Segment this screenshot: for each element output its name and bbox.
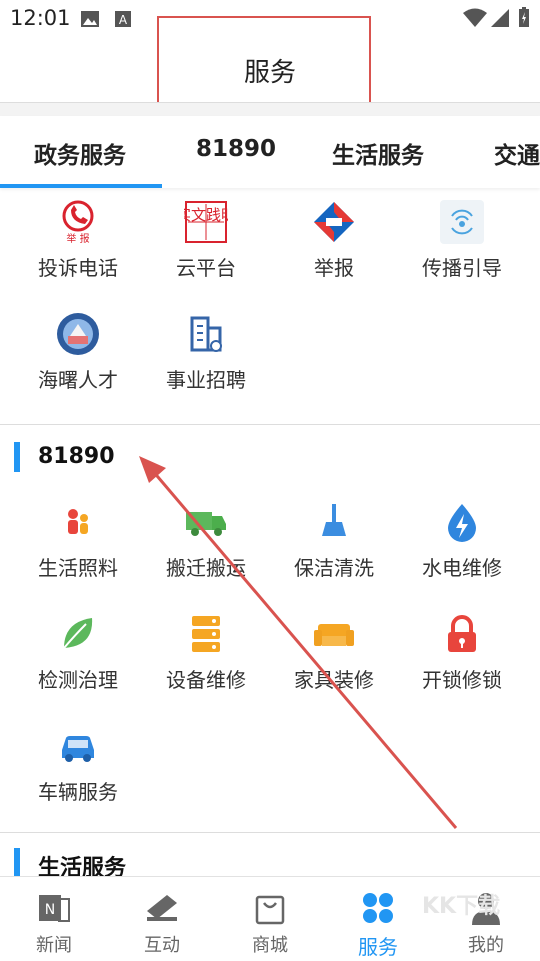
tab-gov-services[interactable]: 政务服务 [34,136,126,170]
gov-item-complaint-phone[interactable]: 举 报 投诉电话 [14,200,142,281]
service-item-vehicle[interactable]: 车辆服务 [14,724,142,805]
gov-item-label: 举报 [314,256,354,280]
service-item-label: 生活照料 [38,556,118,580]
talent-icon [56,312,100,356]
lock-icon [440,612,484,656]
service-item-label: 保洁清洗 [294,556,374,580]
service-item-cleaning[interactable]: 保洁清洗 [270,500,398,581]
gov-item-label: 云平台 [176,256,236,280]
report-logo-icon [312,200,356,244]
service-item-moving[interactable]: 搬迁搬运 [142,500,270,581]
divider [0,832,540,833]
truck-icon [184,500,228,544]
service-item-equipment[interactable]: 设备维修 [142,612,270,693]
service-item-water-electric[interactable]: 水电维修 [398,500,526,581]
leaf-icon [56,612,100,656]
wifi-icon [463,8,487,27]
gap [0,103,540,116]
service-item-locksmith[interactable]: 开锁修锁 [398,612,526,693]
gov-item-label: 事业招聘 [166,368,246,392]
gov-item-report[interactable]: 举报 [270,200,398,281]
sofa-icon [312,612,356,656]
tab-indicator [0,184,162,188]
interact-icon [147,895,177,921]
service-item-label: 搬迁搬运 [166,556,246,580]
broom-icon [312,500,356,544]
gov-item-recruitment[interactable]: 事业招聘 [142,312,270,393]
title-bar: 服务 [0,16,540,124]
service-item-label: 检测治理 [38,668,118,692]
service-item-label: 水电维修 [422,556,502,580]
broadcast-icon [440,200,484,244]
nav-label: 新闻 [36,935,72,956]
section-title-81890: 81890 [38,444,115,469]
battery-icon [519,7,529,27]
tab-transport[interactable]: 交通 [494,136,540,170]
nav-label: 服务 [358,935,398,959]
svg-text:A: A [119,13,128,27]
car-icon [56,724,100,768]
service-item-detection[interactable]: 检测治理 [14,612,142,693]
svg-text:举 报: 举 报 [66,232,89,244]
gov-item-cloud-platform[interactable]: 实文践明 云平台 [142,200,270,281]
report-phone-icon: 举 报 [56,200,100,244]
care-icon [56,500,100,544]
building-icon [184,312,228,356]
news-icon: N [39,895,70,922]
wenming-seal-icon: 实文践明 [184,200,228,244]
nav-interact[interactable]: 互动 [108,877,216,961]
nav-label: 我的 [468,935,504,956]
gov-item-broadcast[interactable]: 传播引导 [398,200,526,281]
gov-item-talent[interactable]: 海曙人才 [14,312,142,393]
equipment-icon [184,612,228,656]
tab-life-services[interactable]: 生活服务 [332,136,424,170]
nav-mall[interactable]: 商城 [216,877,324,961]
watermark: KK下载 [422,894,501,919]
water-electric-icon [440,500,484,544]
font-icon: A [115,11,131,27]
status-time: 12:01 [10,6,71,30]
service-item-label: 设备维修 [166,668,246,692]
nav-service[interactable]: 服务 [324,877,432,961]
svg-text:N: N [45,902,55,918]
gov-item-label: 海曙人才 [38,368,118,392]
section-marker [14,442,20,472]
nav-label: 互动 [144,935,180,956]
tab-81890[interactable]: 81890 [196,136,276,162]
service-item-life-care[interactable]: 生活照料 [14,500,142,581]
service-item-label: 家具装修 [294,668,374,692]
nav-news[interactable]: N 新闻 [0,877,108,961]
image-icon [81,11,99,27]
nav-label: 商城 [252,935,288,956]
signal-icon [491,9,509,27]
divider [0,424,540,425]
gov-item-label: 传播引导 [422,256,502,280]
service-icon [363,893,393,923]
gov-item-label: 投诉电话 [38,256,118,280]
service-item-label: 车辆服务 [38,780,118,804]
section-marker [14,848,20,878]
service-item-furniture[interactable]: 家具装修 [270,612,398,693]
tab-bar: 政务服务 81890 生活服务 交通 [0,116,540,188]
shopping-bag-icon [255,895,285,925]
service-item-label: 开锁修锁 [422,668,502,692]
